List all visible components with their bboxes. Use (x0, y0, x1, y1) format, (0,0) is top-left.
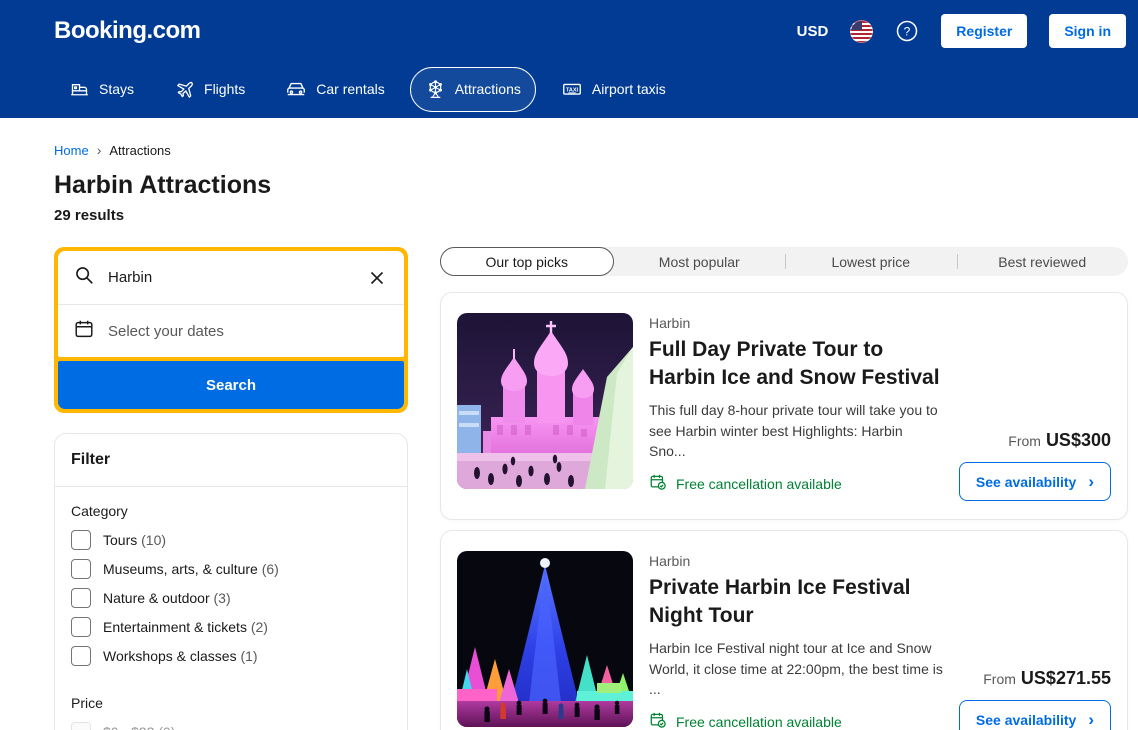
breadcrumb-home-link[interactable]: Home (54, 143, 89, 158)
search-icon (73, 264, 95, 291)
nav-airport-taxis[interactable]: TAXI Airport taxis (546, 66, 681, 112)
register-button[interactable]: Register (941, 14, 1027, 48)
destination-input[interactable] (108, 269, 352, 286)
nav-stays-label: Stays (99, 81, 134, 97)
price-value: US$271.55 (1021, 668, 1111, 688)
free-cancellation-badge: Free cancellation available (649, 711, 943, 730)
signin-button[interactable]: Sign in (1049, 14, 1126, 48)
currency-picker[interactable]: USD (797, 23, 829, 40)
results-count: 29 results (54, 207, 1128, 224)
result-location: Harbin (649, 553, 943, 569)
nav-attractions[interactable]: Attractions (410, 67, 536, 112)
nav-stays[interactable]: Stays (54, 67, 149, 112)
ferris-wheel-icon (425, 79, 446, 100)
nav-flights[interactable]: Flights (159, 67, 260, 112)
sort-tab-most-popular[interactable]: Most popular (614, 247, 786, 276)
nav-airport-taxis-label: Airport taxis (592, 81, 666, 97)
nav-flights-label: Flights (204, 81, 245, 97)
search-panel: Select your dates Search (54, 247, 408, 413)
result-title-link[interactable]: Private Harbin Ice Festival Night Tour (649, 574, 943, 629)
breadcrumb: Home › Attractions (54, 142, 1128, 158)
filter-option-museums[interactable]: Museums, arts, & culture (6) (71, 559, 391, 579)
sort-tab-lowest-price[interactable]: Lowest price (785, 247, 957, 276)
see-availability-button[interactable]: See availability › (959, 700, 1111, 730)
free-cancellation-label: Free cancellation available (676, 714, 842, 730)
category-filter-section: Category Tours (10) Museums, arts, & cul… (55, 487, 407, 679)
filter-title: Filter (55, 434, 407, 487)
search-button[interactable]: Search (58, 361, 404, 409)
price-filter-section: Price $0 - $22 (0) $22 - $44 (0) (55, 679, 407, 730)
price-0-22-checkbox (71, 722, 91, 730)
calendar-check-icon (649, 473, 667, 494)
nav-car-rentals[interactable]: Car rentals (270, 66, 399, 112)
result-description: Harbin Ice Festival night tour at Ice an… (649, 638, 943, 699)
entertainment-checkbox[interactable] (71, 617, 91, 637)
main-content: Home › Attractions Harbin Attractions 29… (0, 118, 1138, 730)
attraction-photo-blue-tower[interactable] (457, 551, 633, 727)
us-flag-icon[interactable] (850, 20, 873, 43)
calendar-icon (73, 318, 95, 345)
chevron-right-icon: › (1088, 473, 1094, 490)
site-header: Booking.com USD ? Register Sign in Stays (0, 0, 1138, 118)
breadcrumb-current: Attractions (109, 143, 170, 158)
bed-icon (69, 79, 90, 100)
sort-tab-best-reviewed[interactable]: Best reviewed (957, 247, 1129, 276)
filter-option-nature[interactable]: Nature & outdoor (3) (71, 588, 391, 608)
tours-checkbox[interactable] (71, 530, 91, 550)
close-icon[interactable] (365, 266, 389, 290)
price-line: FromUS$271.55 (983, 668, 1111, 689)
nature-checkbox[interactable] (71, 588, 91, 608)
nav-car-rentals-label: Car rentals (316, 81, 384, 97)
plane-icon (174, 79, 195, 100)
help-icon[interactable]: ? (895, 19, 919, 43)
attraction-photo-ice-castle[interactable] (457, 313, 633, 489)
workshops-checkbox[interactable] (71, 646, 91, 666)
product-nav: Stays Flights Car rentals (54, 66, 1126, 112)
sort-bar: Our top picks Most popular Lowest price … (440, 247, 1128, 276)
free-cancellation-label: Free cancellation available (676, 476, 842, 492)
filter-panel: Filter Category Tours (10) Museums, arts… (54, 433, 408, 730)
filter-option-workshops[interactable]: Workshops & classes (1) (71, 646, 391, 666)
filter-option-price-0-22: $0 - $22 (0) (71, 722, 391, 730)
svg-text:?: ? (904, 25, 911, 39)
filter-option-entertainment[interactable]: Entertainment & tickets (2) (71, 617, 391, 637)
filter-option-tours[interactable]: Tours (10) (71, 530, 391, 550)
page-title: Harbin Attractions (54, 171, 1128, 200)
museums-checkbox[interactable] (71, 559, 91, 579)
category-heading: Category (71, 503, 391, 519)
result-card: Harbin Private Harbin Ice Festival Night… (440, 530, 1128, 730)
taxi-icon: TAXI (561, 78, 583, 100)
result-location: Harbin (649, 315, 943, 331)
result-title-link[interactable]: Full Day Private Tour to Harbin Ice and … (649, 336, 943, 391)
chevron-right-icon: › (1088, 711, 1094, 728)
chevron-right-icon: › (97, 142, 102, 158)
see-availability-button[interactable]: See availability › (959, 462, 1111, 501)
price-value: US$300 (1046, 430, 1111, 450)
result-card: Harbin Full Day Private Tour to Harbin I… (440, 292, 1128, 520)
car-icon (285, 78, 307, 100)
result-description: This full day 8-hour private tour will t… (649, 400, 943, 461)
dates-placeholder[interactable]: Select your dates (108, 323, 389, 340)
booking-logo[interactable]: Booking.com (54, 17, 201, 45)
destination-row (58, 251, 404, 304)
calendar-check-icon (649, 711, 667, 730)
dates-row[interactable]: Select your dates (58, 304, 404, 357)
sort-tab-top-picks[interactable]: Our top picks (440, 247, 614, 276)
nav-attractions-label: Attractions (455, 81, 521, 97)
price-heading: Price (71, 695, 391, 711)
free-cancellation-badge: Free cancellation available (649, 473, 943, 494)
price-line: FromUS$300 (1008, 430, 1111, 451)
